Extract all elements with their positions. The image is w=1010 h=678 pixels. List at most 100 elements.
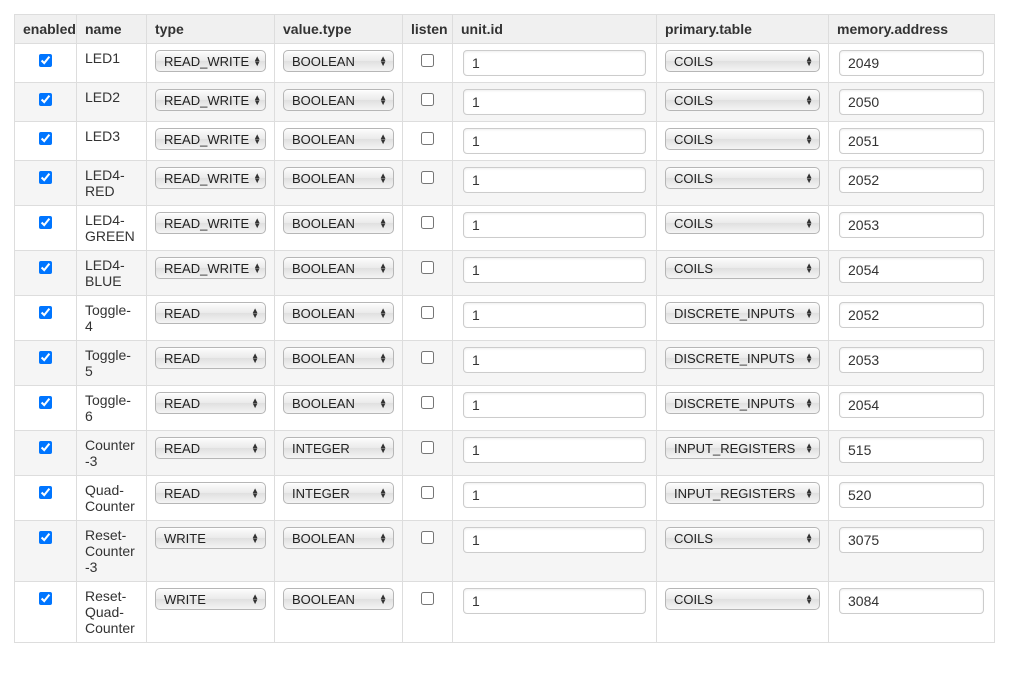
primary-table-select-value: COILS bbox=[674, 261, 713, 276]
enabled-checkbox[interactable] bbox=[39, 396, 52, 409]
primary-table-select[interactable]: INPUT_REGISTERS▲▼ bbox=[665, 437, 820, 459]
value-type-select[interactable]: BOOLEAN▲▼ bbox=[283, 89, 394, 111]
listen-checkbox[interactable] bbox=[421, 93, 434, 106]
memory-address-input[interactable] bbox=[839, 392, 984, 418]
enabled-checkbox[interactable] bbox=[39, 531, 52, 544]
table-row: Toggle-6READ▲▼BOOLEAN▲▼DISCRETE_INPUTS▲▼ bbox=[15, 386, 995, 431]
primary-table-select[interactable]: COILS▲▼ bbox=[665, 50, 820, 72]
value-type-select[interactable]: BOOLEAN▲▼ bbox=[283, 128, 394, 150]
primary-table-select[interactable]: COILS▲▼ bbox=[665, 89, 820, 111]
primary-table-select[interactable]: COILS▲▼ bbox=[665, 167, 820, 189]
type-select[interactable]: READ▲▼ bbox=[155, 302, 266, 324]
table-row: LED4-BLUEREAD_WRITE▲▼BOOLEAN▲▼COILS▲▼ bbox=[15, 251, 995, 296]
unit-id-input[interactable] bbox=[463, 527, 646, 553]
memory-address-input[interactable] bbox=[839, 212, 984, 238]
listen-checkbox[interactable] bbox=[421, 171, 434, 184]
type-select[interactable]: READ_WRITE▲▼ bbox=[155, 50, 266, 72]
listen-checkbox[interactable] bbox=[421, 216, 434, 229]
value-type-select[interactable]: BOOLEAN▲▼ bbox=[283, 527, 394, 549]
listen-checkbox[interactable] bbox=[421, 351, 434, 364]
listen-checkbox[interactable] bbox=[421, 261, 434, 274]
unit-id-input[interactable] bbox=[463, 392, 646, 418]
memory-address-input[interactable] bbox=[839, 347, 984, 373]
unit-id-input[interactable] bbox=[463, 347, 646, 373]
value-type-select[interactable]: INTEGER▲▼ bbox=[283, 482, 394, 504]
unit-id-input[interactable] bbox=[463, 588, 646, 614]
type-select[interactable]: WRITE▲▼ bbox=[155, 527, 266, 549]
unit-id-input[interactable] bbox=[463, 482, 646, 508]
enabled-checkbox[interactable] bbox=[39, 351, 52, 364]
memory-address-input[interactable] bbox=[839, 50, 984, 76]
value-type-select[interactable]: BOOLEAN▲▼ bbox=[283, 257, 394, 279]
enabled-checkbox[interactable] bbox=[39, 93, 52, 106]
type-select[interactable]: READ_WRITE▲▼ bbox=[155, 167, 266, 189]
memory-address-input[interactable] bbox=[839, 527, 984, 553]
value-type-select[interactable]: INTEGER▲▼ bbox=[283, 437, 394, 459]
primary-table-select[interactable]: DISCRETE_INPUTS▲▼ bbox=[665, 302, 820, 324]
enabled-checkbox[interactable] bbox=[39, 306, 52, 319]
unit-id-input[interactable] bbox=[463, 167, 646, 193]
memory-address-input[interactable] bbox=[839, 128, 984, 154]
listen-checkbox[interactable] bbox=[421, 486, 434, 499]
memory-address-input[interactable] bbox=[839, 257, 984, 283]
value-type-select[interactable]: BOOLEAN▲▼ bbox=[283, 347, 394, 369]
unit-id-input[interactable] bbox=[463, 437, 646, 463]
value-type-select[interactable]: BOOLEAN▲▼ bbox=[283, 302, 394, 324]
memory-address-input[interactable] bbox=[839, 167, 984, 193]
primary-table-select[interactable]: COILS▲▼ bbox=[665, 588, 820, 610]
primary-table-select[interactable]: DISCRETE_INPUTS▲▼ bbox=[665, 347, 820, 369]
unit-id-input[interactable] bbox=[463, 128, 646, 154]
type-select[interactable]: WRITE▲▼ bbox=[155, 588, 266, 610]
memory-address-input[interactable] bbox=[839, 89, 984, 115]
unit-id-input[interactable] bbox=[463, 302, 646, 328]
enabled-checkbox[interactable] bbox=[39, 132, 52, 145]
memory-address-input[interactable] bbox=[839, 437, 984, 463]
listen-checkbox[interactable] bbox=[421, 132, 434, 145]
updown-icon: ▲▼ bbox=[379, 173, 387, 183]
enabled-checkbox[interactable] bbox=[39, 261, 52, 274]
primary-table-select-value: DISCRETE_INPUTS bbox=[674, 396, 795, 411]
primary-table-select[interactable]: COILS▲▼ bbox=[665, 527, 820, 549]
value-type-select[interactable]: BOOLEAN▲▼ bbox=[283, 50, 394, 72]
type-select[interactable]: READ_WRITE▲▼ bbox=[155, 128, 266, 150]
memory-address-input[interactable] bbox=[839, 302, 984, 328]
enabled-checkbox[interactable] bbox=[39, 486, 52, 499]
type-select[interactable]: READ▲▼ bbox=[155, 437, 266, 459]
listen-checkbox[interactable] bbox=[421, 592, 434, 605]
enabled-checkbox[interactable] bbox=[39, 54, 52, 67]
enabled-checkbox[interactable] bbox=[39, 171, 52, 184]
enabled-checkbox[interactable] bbox=[39, 441, 52, 454]
primary-table-select[interactable]: DISCRETE_INPUTS▲▼ bbox=[665, 392, 820, 414]
type-select-value: READ_WRITE bbox=[164, 261, 249, 276]
memory-address-input[interactable] bbox=[839, 482, 984, 508]
listen-checkbox[interactable] bbox=[421, 54, 434, 67]
unit-id-input[interactable] bbox=[463, 212, 646, 238]
enabled-checkbox[interactable] bbox=[39, 592, 52, 605]
primary-table-select[interactable]: COILS▲▼ bbox=[665, 257, 820, 279]
value-type-select[interactable]: BOOLEAN▲▼ bbox=[283, 392, 394, 414]
unit-id-input[interactable] bbox=[463, 89, 646, 115]
value-type-select[interactable]: BOOLEAN▲▼ bbox=[283, 212, 394, 234]
type-select[interactable]: READ▲▼ bbox=[155, 482, 266, 504]
listen-checkbox[interactable] bbox=[421, 531, 434, 544]
table-row: LED1READ_WRITE▲▼BOOLEAN▲▼COILS▲▼ bbox=[15, 44, 995, 83]
updown-icon: ▲▼ bbox=[253, 134, 261, 144]
enabled-checkbox[interactable] bbox=[39, 216, 52, 229]
type-select[interactable]: READ▲▼ bbox=[155, 347, 266, 369]
memory-address-input[interactable] bbox=[839, 588, 984, 614]
type-select[interactable]: READ▲▼ bbox=[155, 392, 266, 414]
unit-id-input[interactable] bbox=[463, 257, 646, 283]
type-select[interactable]: READ_WRITE▲▼ bbox=[155, 212, 266, 234]
value-type-select[interactable]: BOOLEAN▲▼ bbox=[283, 588, 394, 610]
primary-table-select[interactable]: INPUT_REGISTERS▲▼ bbox=[665, 482, 820, 504]
primary-table-select[interactable]: COILS▲▼ bbox=[665, 212, 820, 234]
updown-icon: ▲▼ bbox=[379, 218, 387, 228]
listen-checkbox[interactable] bbox=[421, 441, 434, 454]
value-type-select[interactable]: BOOLEAN▲▼ bbox=[283, 167, 394, 189]
unit-id-input[interactable] bbox=[463, 50, 646, 76]
listen-checkbox[interactable] bbox=[421, 396, 434, 409]
primary-table-select[interactable]: COILS▲▼ bbox=[665, 128, 820, 150]
type-select[interactable]: READ_WRITE▲▼ bbox=[155, 257, 266, 279]
type-select[interactable]: READ_WRITE▲▼ bbox=[155, 89, 266, 111]
listen-checkbox[interactable] bbox=[421, 306, 434, 319]
